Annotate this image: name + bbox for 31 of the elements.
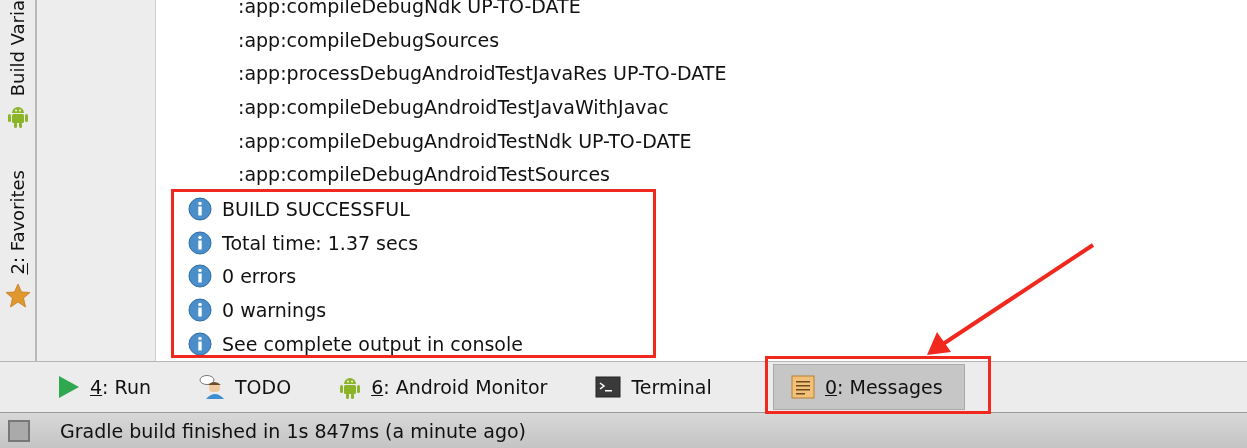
android-icon (339, 375, 362, 399)
tool-tab[interactable]: 6: Android Monitor (327, 364, 560, 410)
log-line: :app:compileDebugAndroidTestSources (237, 162, 611, 188)
message-text: See complete output in console (222, 332, 523, 355)
info-icon (188, 298, 212, 323)
status-text: Gradle build finished in 1s 847ms (a minute ago) (60, 419, 526, 442)
tool-tab[interactable]: 4: Run (46, 364, 163, 410)
log-line: :app:compileDebugAndroidTestJavaWithJavac (237, 95, 670, 121)
message-text: BUILD SUCCESSFUL (222, 197, 410, 220)
tool-tab[interactable]: TODO (186, 364, 304, 410)
play-icon (58, 375, 80, 399)
person-icon (198, 375, 225, 399)
document-icon (791, 375, 815, 399)
tool-tab[interactable]: Terminal (583, 364, 724, 410)
info-icon (188, 196, 212, 221)
message-text: 0 warnings (222, 299, 327, 322)
info-icon (188, 264, 212, 289)
tool-window-button[interactable]: Build Varia (6, 0, 29, 129)
info-icon (188, 230, 212, 255)
message-text: Total time: 1.37 secs (222, 231, 419, 254)
message-text: 0 errors (222, 265, 297, 288)
android-icon (6, 104, 29, 129)
tool-tab[interactable]: 0: Messages (773, 364, 965, 410)
terminal-icon (595, 376, 622, 398)
info-icon (188, 331, 212, 356)
log-line: :app:compileDebugSources (237, 27, 501, 53)
status-icon[interactable] (8, 419, 30, 442)
star-icon (4, 282, 31, 308)
log-line: :app:compileDebugAndroidTestNdk UP-TO-DATE (237, 128, 693, 154)
log-line: :app:processDebugAndroidTestJavaRes UP-TO-DATE (237, 61, 728, 87)
tool-window-button[interactable]: 2: Favorites (4, 170, 31, 308)
